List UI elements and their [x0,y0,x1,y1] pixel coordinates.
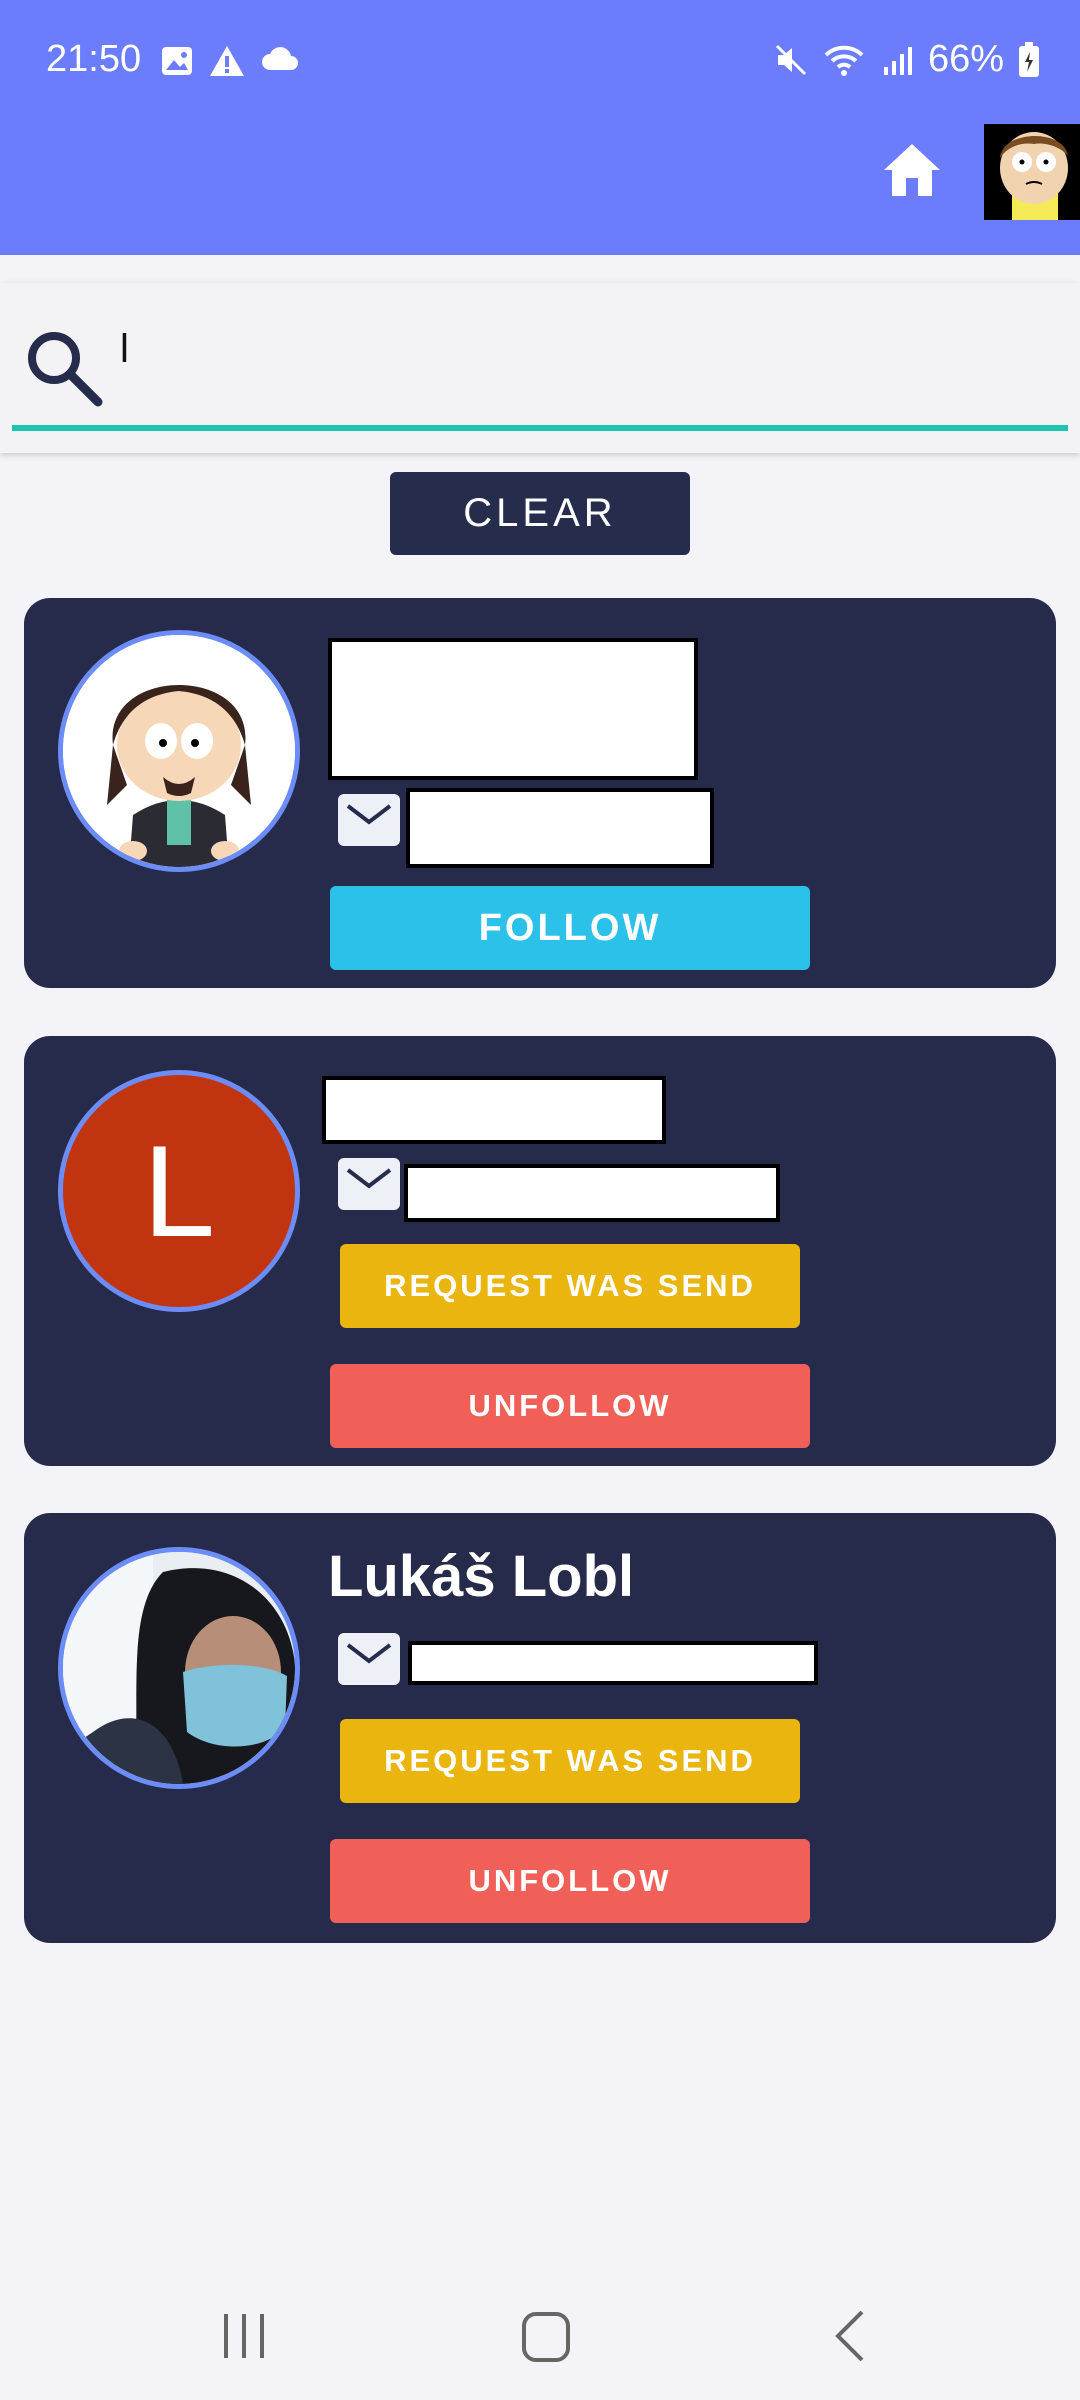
search-underline [12,425,1068,431]
email-icon [338,1633,400,1685]
status-system-icons: 66% [774,38,1040,81]
home-button[interactable] [880,140,944,200]
avatar-letter: L [142,1118,216,1264]
search-input[interactable] [118,323,1052,375]
image-icon [162,47,192,75]
signal-icon [883,46,912,75]
status-notification-icons [160,44,300,78]
name-redacted [322,1076,666,1144]
battery-percent: 66% [927,38,1004,80]
home-icon [884,144,940,196]
cartoon-avatar-image [63,635,295,867]
request-sent-button[interactable]: REQUEST WAS SEND [340,1244,800,1328]
user-avatar: L [58,1070,300,1312]
user-photo-image [63,1552,295,1784]
user-avatar [58,630,300,872]
user-card: Lukáš Lobl REQUEST WAS SEND UNFOLLOW [24,1513,1056,1943]
follow-button[interactable]: FOLLOW [330,886,810,970]
system-navigation-bar [0,2270,1080,2400]
app-bar: 21:50 66% [0,0,1080,255]
name-redacted [328,638,698,780]
cloud-icon [262,47,298,70]
search-icon [28,332,103,407]
recent-apps-icon[interactable] [220,2306,268,2366]
profile-avatar[interactable] [984,124,1080,220]
unfollow-button[interactable]: UNFOLLOW [330,1839,810,1923]
user-avatar [58,1547,300,1789]
unfollow-button[interactable]: UNFOLLOW [330,1364,810,1448]
email-redacted [408,1641,818,1685]
user-name: Lukáš Lobl [328,1544,635,1609]
request-sent-button[interactable]: REQUEST WAS SEND [340,1719,800,1803]
warning-icon [210,46,244,76]
mute-icon [775,44,806,75]
status-time: 21:50 [46,38,142,80]
search-bar [0,283,1080,453]
email-redacted [404,1164,780,1222]
email-redacted [406,788,714,868]
back-icon[interactable] [830,2306,870,2366]
email-icon [338,1158,400,1210]
cartoon-avatar-image [1000,132,1068,220]
home-nav-icon[interactable] [520,2306,572,2366]
wifi-icon [824,45,864,76]
user-card: FOLLOW [24,598,1056,988]
email-icon [338,794,400,846]
clear-button[interactable]: CLEAR [390,472,690,555]
battery-icon [1019,41,1039,77]
user-card: L REQUEST WAS SEND UNFOLLOW [24,1036,1056,1466]
